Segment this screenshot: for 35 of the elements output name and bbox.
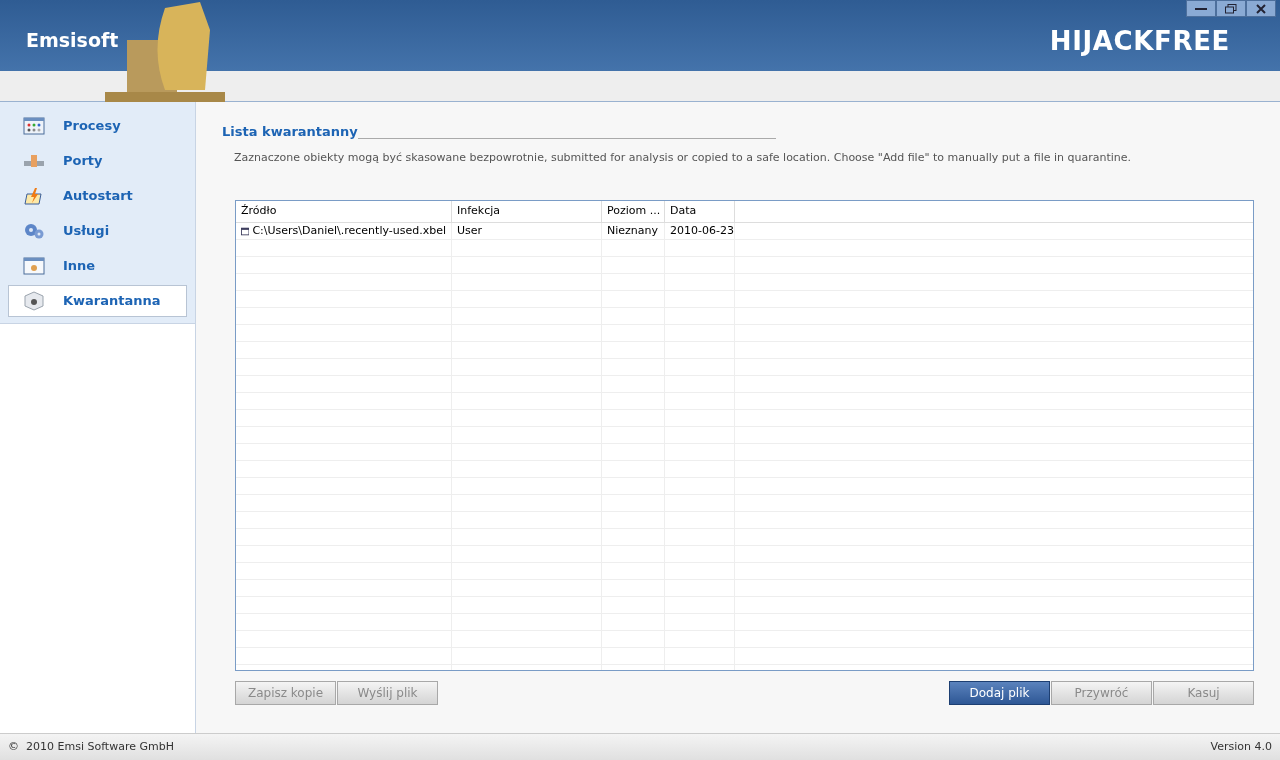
description-text: Zaznaczone obiekty mogą być skasowane bezpowrotnie, submitted for analysis or copied to a safe location. Choose "Add file" to manually put a file in quarantine. xyxy=(234,149,1133,166)
sidebar-item[interactable]: Porty xyxy=(8,145,187,177)
restore-button[interactable] xyxy=(1216,0,1246,17)
column-header[interactable]: Poziom ... xyxy=(602,201,665,222)
copyright-text: © 2010 Emsi Software GmbH xyxy=(8,738,174,755)
sidebar-item[interactable]: Usługi xyxy=(8,215,187,247)
file-icon xyxy=(241,226,250,236)
window-icon xyxy=(23,117,45,135)
product-logo: HIJACKFREE xyxy=(1049,25,1230,58)
section-title: Lista kwarantanny xyxy=(222,123,358,141)
sidebar-item[interactable]: Procesy xyxy=(8,110,187,142)
close-icon xyxy=(1256,3,1266,14)
gears-icon xyxy=(23,222,45,240)
table-cell-text: User xyxy=(457,222,483,239)
pipe-icon xyxy=(23,152,45,170)
lightning-icon xyxy=(23,187,45,205)
window-icon xyxy=(23,257,45,275)
action-button[interactable]: Dodaj plik xyxy=(949,681,1050,705)
version-text: Version 4.0 xyxy=(1210,738,1272,755)
close-button[interactable] xyxy=(1246,0,1276,17)
sidebar-item[interactable]: Kwarantanna xyxy=(8,285,187,317)
column-header[interactable]: Infekcja xyxy=(452,201,602,222)
restore-icon xyxy=(1225,3,1237,14)
minimize-icon xyxy=(1195,7,1207,10)
sidebar-item[interactable]: Autostart xyxy=(8,180,187,212)
table-cell-text: 2010-06-23 xyxy=(670,222,734,239)
cube-icon xyxy=(23,291,45,311)
column-header[interactable]: Źródło xyxy=(236,201,452,222)
minimize-button[interactable] xyxy=(1186,0,1216,17)
column-header[interactable]: Data xyxy=(665,201,735,222)
brand-logo: Emsisoft xyxy=(26,28,119,53)
table-cell-text: Nieznany xyxy=(607,222,659,239)
sidebar-item[interactable]: Inne xyxy=(8,250,187,282)
table-cell-text: C:\Users\Daniel\.recently-used.xbel xyxy=(252,222,446,239)
table-row[interactable]: C:\Users\Daniel\.recently-used.xbel User Nieznany 2010-06-23 xyxy=(236,223,1253,240)
